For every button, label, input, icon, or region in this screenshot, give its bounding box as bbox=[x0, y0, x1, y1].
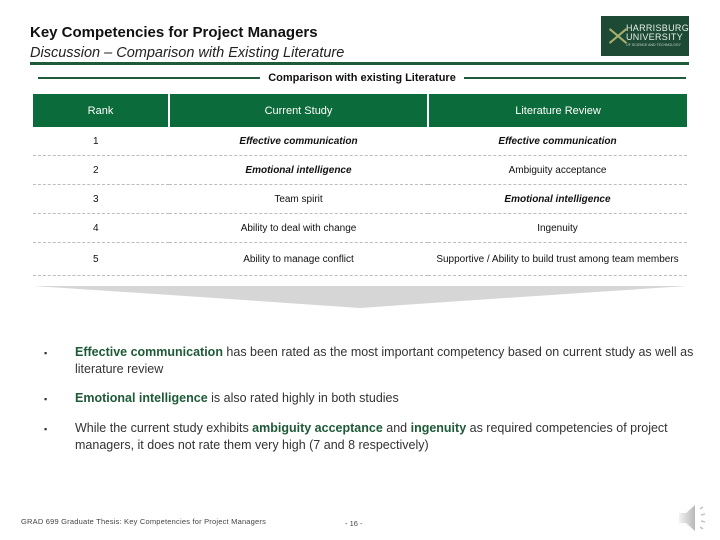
header-divider bbox=[30, 62, 689, 65]
column-header-rank: Rank bbox=[33, 94, 170, 127]
bullet-item: ▪ While the current study exhibits ambigu… bbox=[44, 420, 694, 454]
current-study-cell: Ability to manage conflict bbox=[169, 242, 428, 276]
rank-cell: 2 bbox=[33, 155, 169, 185]
highlighted-term: Emotional intelligence bbox=[75, 391, 208, 405]
university-logo: HARRISBURG UNIVERSITY OF SCIENCE AND TEC… bbox=[601, 16, 689, 56]
bullet-marker-icon: ▪ bbox=[44, 424, 48, 434]
highlighted-term: Effective communication bbox=[75, 345, 223, 359]
speaker-icon[interactable] bbox=[676, 500, 712, 536]
logo-line-2: UNIVERSITY bbox=[625, 32, 683, 43]
bullet-item: ▪ Emotional intelligence is also rated hi… bbox=[44, 390, 694, 408]
logo-line-3: OF SCIENCE AND TECHNOLOGY bbox=[625, 43, 681, 48]
page-number: - 16 - bbox=[345, 519, 363, 528]
literature-review-cell: Effective communication bbox=[428, 127, 687, 156]
table-shadow bbox=[33, 286, 687, 308]
literature-review-cell: Emotional intelligence bbox=[428, 184, 687, 214]
rank-cell: 4 bbox=[33, 213, 169, 243]
section-heading: Comparison with existing Literature bbox=[38, 70, 687, 86]
bullet-item: ▪ Effective communication has been rated … bbox=[44, 344, 694, 378]
current-study-cell: Team spirit bbox=[169, 184, 428, 214]
bullet-text-segment: While the current study exhibits bbox=[75, 421, 253, 435]
table-row: 2 Emotional intelligence Ambiguity accepta… bbox=[33, 155, 687, 185]
literature-review-cell: Ingenuity bbox=[428, 213, 687, 243]
table-header-row: Rank Current Study Literature Review bbox=[33, 94, 687, 127]
logo-mark-icon bbox=[607, 25, 623, 47]
bullet-text: While the current study exhibits ambigui… bbox=[75, 420, 694, 454]
section-rule-left bbox=[38, 77, 261, 79]
bullet-marker-icon: ▪ bbox=[44, 394, 48, 404]
bullet-text: Effective communication has been rated a… bbox=[75, 344, 694, 378]
bullet-text: Emotional intelligence is also rated hig… bbox=[75, 390, 399, 408]
section-heading-text: Comparison with existing Literature bbox=[268, 72, 456, 84]
bullet-list: ▪ Effective communication has been rated … bbox=[44, 344, 694, 466]
rank-cell: 3 bbox=[33, 184, 169, 214]
literature-review-cell: Supportive / Ability to build trust amon… bbox=[428, 242, 687, 276]
current-study-cell: Ability to deal with change bbox=[169, 213, 428, 243]
column-header-current-study: Current Study bbox=[169, 94, 429, 127]
section-rule-right bbox=[463, 77, 687, 79]
bullet-marker-icon: ▪ bbox=[44, 348, 48, 358]
table-row: 3 Team spirit Emotional intelligence bbox=[33, 184, 687, 214]
table-row: 4 Ability to deal with change Ingenuity bbox=[33, 213, 687, 243]
bullet-text-segment: and bbox=[382, 421, 411, 435]
rank-cell: 5 bbox=[33, 242, 169, 276]
highlighted-term: ambiguity acceptance bbox=[252, 421, 383, 435]
literature-review-cell: Ambiguity acceptance bbox=[428, 155, 687, 185]
comparison-table: Rank Current Study Literature Review 1 Ef… bbox=[33, 94, 687, 276]
current-study-cell: Emotional intelligence bbox=[169, 155, 428, 185]
footer-course-title: GRAD 699 Graduate Thesis: Key Competenci… bbox=[21, 517, 267, 526]
table-row: 5 Ability to manage conflict Supportive / … bbox=[33, 242, 687, 276]
table-row: 1 Effective communication Effective commun… bbox=[33, 127, 687, 156]
slide-subtitle: Discussion – Comparison with Existing Li… bbox=[30, 45, 345, 61]
column-header-literature-review: Literature Review bbox=[428, 94, 687, 127]
slide-title: Key Competencies for Project Managers bbox=[30, 24, 318, 41]
rank-cell: 1 bbox=[33, 127, 169, 156]
highlighted-term: ingenuity bbox=[410, 421, 467, 435]
current-study-cell: Effective communication bbox=[169, 127, 428, 156]
bullet-text-segment: is also rated highly in both studies bbox=[207, 391, 399, 405]
